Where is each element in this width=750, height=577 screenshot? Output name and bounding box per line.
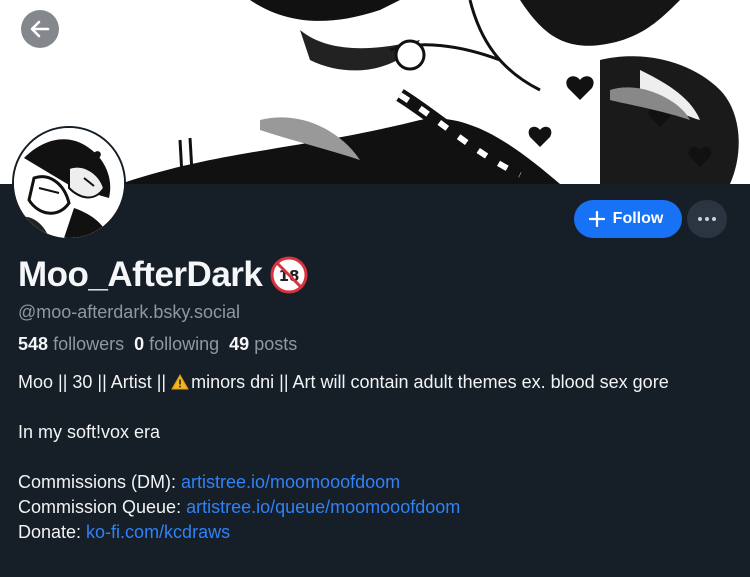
- follow-button[interactable]: Follow: [574, 200, 682, 238]
- display-name: Moo_AfterDark: [18, 255, 263, 294]
- bio-commissions: Commissions (DM): artistree.io/moomooofd…: [18, 470, 733, 495]
- plus-icon: [588, 211, 605, 227]
- queue-link[interactable]: artistree.io/queue/moomooofdoom: [186, 497, 460, 517]
- profile-stats: 548 followers 0 following 49 posts: [18, 334, 301, 355]
- no-under-18-icon: 18: [270, 256, 308, 294]
- following-label: following: [149, 334, 220, 354]
- posts-stat: 49 posts: [229, 334, 301, 355]
- arrow-left-icon: [30, 20, 50, 38]
- bio-line-1-start: Moo || 30 || Artist ||: [18, 372, 172, 392]
- followers-count: 548: [18, 334, 49, 354]
- following-count: 0: [134, 334, 145, 354]
- bio-line-1-end: minors dni || Art will contain adult the…: [191, 372, 669, 392]
- posts-label: posts: [254, 334, 298, 354]
- posts-count: 49: [229, 334, 250, 354]
- donate-link[interactable]: ko-fi.com/kcdraws: [86, 522, 230, 542]
- bio-spacer: [18, 395, 733, 420]
- back-button[interactable]: [21, 10, 59, 48]
- followers-stat[interactable]: 548 followers: [18, 334, 128, 355]
- commissions-link[interactable]: artistree.io/moomooofdoom: [181, 472, 400, 492]
- display-name-row: Moo_AfterDark 18: [18, 252, 308, 298]
- avatar[interactable]: [12, 126, 126, 240]
- warning-icon: [171, 374, 189, 390]
- queue-label: Commission Queue:: [18, 497, 187, 517]
- bio-donate: Donate: ko-fi.com/kcdraws: [18, 520, 733, 545]
- avatar-artwork: [14, 128, 124, 238]
- bio-line-2: In my soft!vox era: [18, 422, 161, 442]
- profile-bio: Moo || 30 || Artist || minors dni || Art…: [18, 370, 733, 545]
- ellipsis-icon: [698, 217, 716, 221]
- more-options-button[interactable]: [687, 200, 727, 238]
- followers-label: followers: [53, 334, 125, 354]
- user-handle: @moo-afterdark.bsky.social: [18, 302, 241, 322]
- donate-label: Donate:: [18, 522, 87, 542]
- commissions-label: Commissions (DM):: [18, 472, 182, 492]
- bio-line-1: Moo || 30 || Artist || minors dni || Art…: [18, 370, 733, 395]
- bio-commission-queue: Commission Queue: artistree.io/queue/moo…: [18, 495, 733, 520]
- following-stat[interactable]: 0 following: [134, 334, 223, 355]
- bio-spacer: [18, 445, 733, 470]
- follow-button-label: Follow: [612, 210, 664, 227]
